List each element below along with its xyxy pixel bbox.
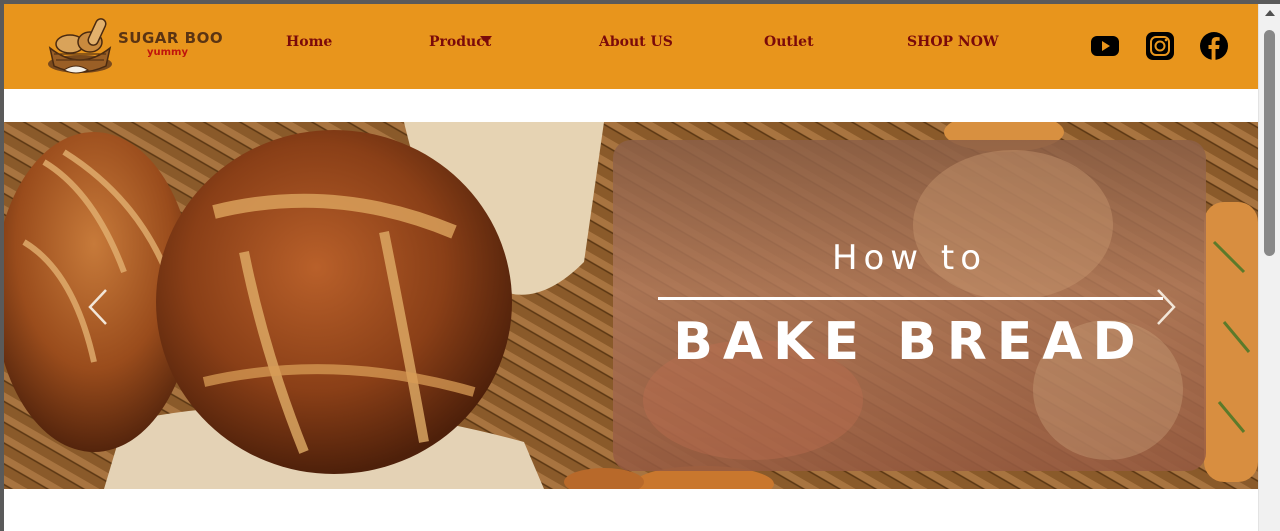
bread-basket-icon xyxy=(48,18,112,74)
brand-name: SUGAR BOO xyxy=(118,29,224,47)
chevron-left-icon[interactable] xyxy=(84,287,114,327)
promo-card: How to BAKE BREAD xyxy=(613,140,1206,471)
scroll-up-icon[interactable] xyxy=(1265,10,1275,16)
hero-divider xyxy=(658,297,1163,300)
site-header: SUGAR BOO yummy Home Product About US Ou… xyxy=(4,4,1258,89)
brand-tagline: yummy xyxy=(147,47,188,58)
scrollbar-thumb[interactable] xyxy=(1264,30,1275,256)
youtube-icon[interactable] xyxy=(1090,31,1120,61)
nav-outlet[interactable]: Outlet xyxy=(764,34,814,50)
browser-viewport: SUGAR BOO yummy Home Product About US Ou… xyxy=(4,4,1258,531)
nav-about[interactable]: About US xyxy=(599,34,673,50)
instagram-icon[interactable] xyxy=(1145,31,1175,61)
caret-down-icon[interactable] xyxy=(480,36,492,43)
hero-carousel: How to BAKE BREAD xyxy=(4,122,1258,489)
brand-logo[interactable]: SUGAR BOO yummy xyxy=(44,14,224,78)
nav-home[interactable]: Home xyxy=(286,34,332,50)
chevron-right-icon[interactable] xyxy=(1150,287,1180,327)
hero-heading-small: How to xyxy=(831,238,988,278)
vertical-scrollbar[interactable] xyxy=(1258,4,1280,531)
facebook-icon[interactable] xyxy=(1199,31,1229,61)
nav-shop-now[interactable]: SHOP NOW xyxy=(907,34,999,50)
hero-heading-large: BAKE BREAD xyxy=(673,312,1146,372)
